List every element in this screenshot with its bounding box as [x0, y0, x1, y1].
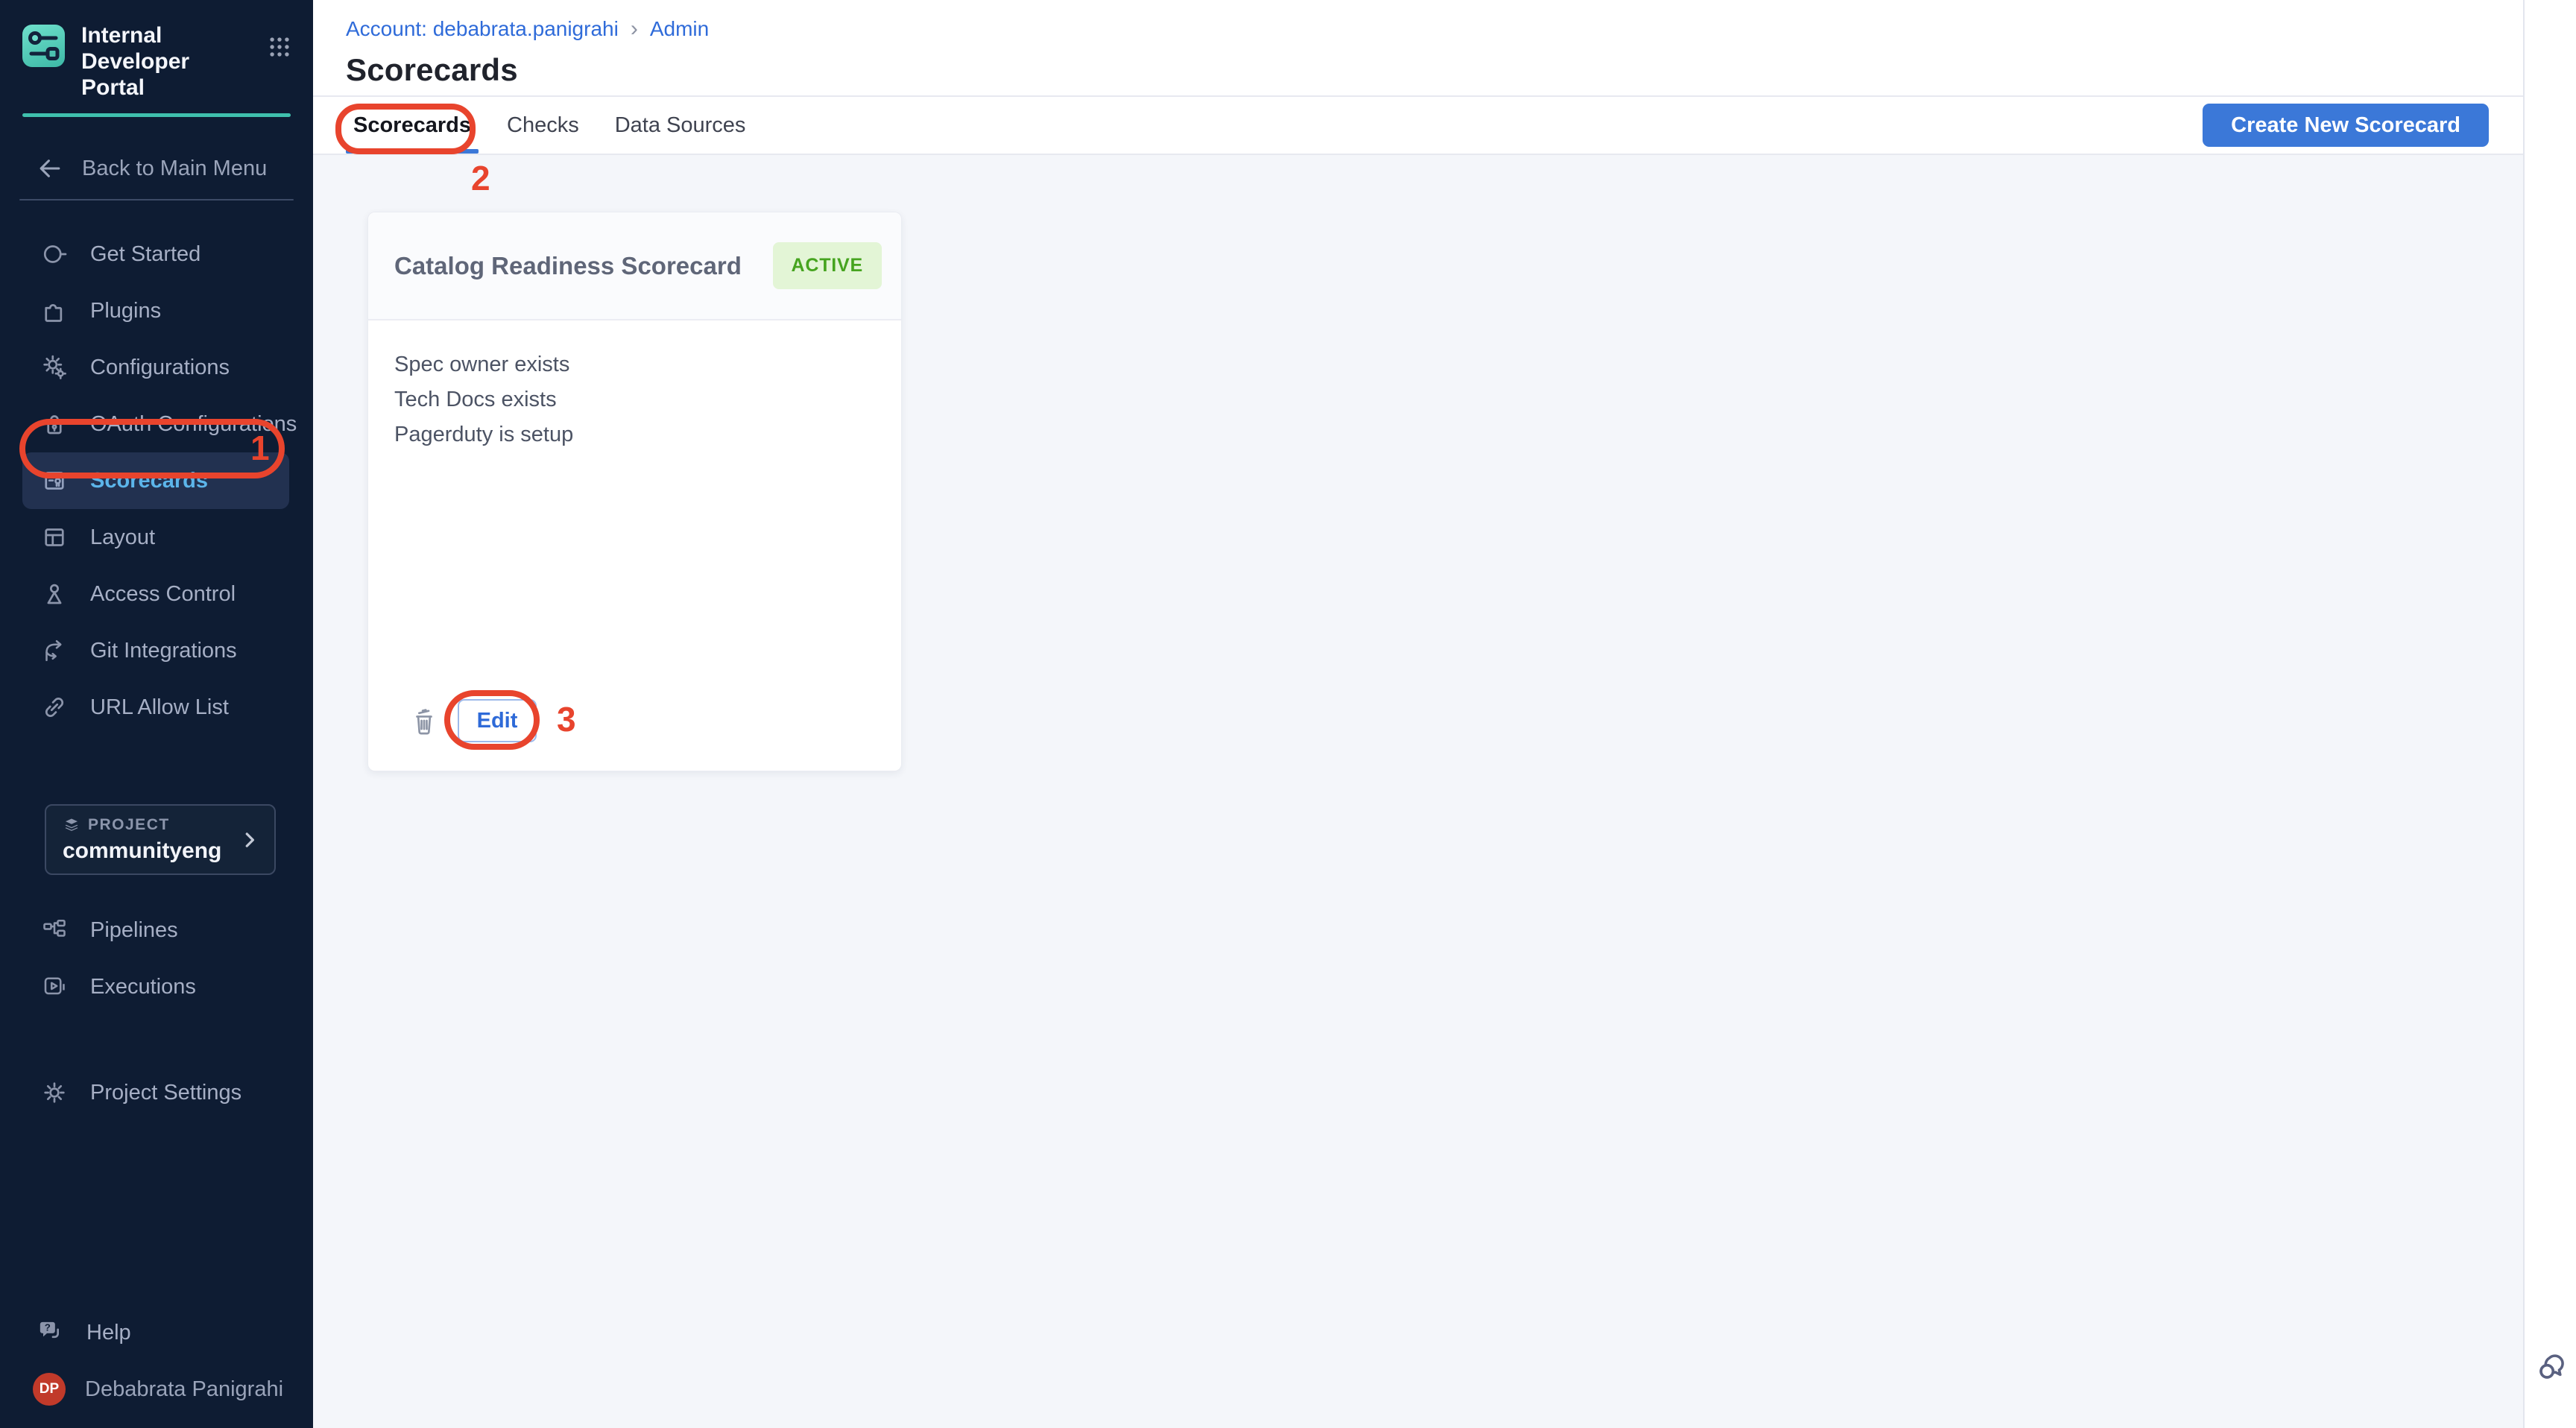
scorecard-card-header: Catalog Readiness Scorecard ACTIVE	[368, 212, 901, 320]
delete-scorecard-button[interactable]	[410, 704, 440, 737]
sidebar-item-label: Scorecards	[90, 469, 208, 493]
chevron-right-icon	[239, 829, 261, 851]
edit-scorecard-button[interactable]: Edit	[458, 699, 537, 742]
trash-icon	[410, 705, 438, 736]
create-new-scorecard-button[interactable]: Create New Scorecard	[2203, 104, 2489, 147]
check-item: Pagerduty is setup	[394, 417, 875, 452]
content-area: Catalog Readiness Scorecard ACTIVE Spec …	[313, 155, 2523, 1428]
status-badge: ACTIVE	[773, 242, 882, 289]
pipelines-icon	[41, 917, 68, 944]
tab-scorecards[interactable]: Scorecards	[352, 97, 473, 154]
app-switcher-grid-icon[interactable]	[267, 34, 292, 60]
check-item: Tech Docs exists	[394, 382, 875, 417]
sidebar-item-git-integrations[interactable]: Git Integrations	[0, 622, 313, 679]
chat-bubbles-icon	[2534, 1348, 2571, 1385]
help-label: Help	[86, 1321, 131, 1345]
scorecard-card-footer: Edit	[410, 699, 537, 742]
sidebar-item-access-control[interactable]: Access Control	[0, 566, 313, 622]
git-branch-icon	[41, 637, 68, 664]
scorecard-title: Catalog Readiness Scorecard	[394, 252, 742, 280]
scorecard-card: Catalog Readiness Scorecard ACTIVE Spec …	[367, 212, 902, 771]
sidebar-item-pipelines[interactable]: Pipelines	[0, 902, 313, 958]
get-started-icon	[41, 241, 68, 268]
back-to-main-menu-label: Back to Main Menu	[82, 157, 267, 181]
sidebar-item-label: OAuth Configurations	[90, 412, 297, 437]
gears-icon	[41, 354, 68, 381]
sidebar-item-label: URL Allow List	[90, 695, 229, 720]
sidebar-item-label: Plugins	[90, 299, 161, 323]
scorecard-icon	[41, 467, 68, 494]
layout-icon	[41, 524, 68, 551]
sidebar-accent-divider	[22, 113, 291, 117]
app-title: Internal Developer Portal	[81, 22, 249, 101]
sidebar-item-plugins[interactable]: Plugins	[0, 282, 313, 339]
right-panel	[2523, 0, 2576, 1428]
layers-icon	[63, 816, 80, 834]
help-chat-icon: ?	[36, 1318, 66, 1348]
arrow-left-icon	[36, 154, 64, 183]
main-area: Account: debabrata.panigrahi › Admin Sco…	[313, 0, 2523, 1428]
back-to-main-menu-button[interactable]: Back to Main Menu	[36, 150, 313, 187]
sidebar-item-label: Access Control	[90, 582, 236, 607]
sidebar-item-label: Layout	[90, 525, 155, 550]
sidebar: Internal Developer Portal Back to Main M…	[0, 0, 313, 1428]
sidebar-item-label: Git Integrations	[90, 639, 237, 663]
tab-checks[interactable]: Checks	[505, 97, 581, 154]
breadcrumb-account-link[interactable]: Account: debabrata.panigrahi	[346, 17, 619, 41]
sidebar-divider	[19, 199, 294, 200]
tab-data-sources[interactable]: Data Sources	[613, 97, 748, 154]
sidebar-item-label: Project Settings	[90, 1081, 242, 1105]
project-nav: Pipelines Executions	[0, 902, 313, 1015]
sidebar-item-get-started[interactable]: Get Started	[0, 226, 313, 282]
lock-icon	[41, 411, 68, 437]
sidebar-item-url-allow-list[interactable]: URL Allow List	[0, 679, 313, 736]
settings-nav: Project Settings	[0, 1064, 313, 1121]
app-logo-icon	[22, 25, 65, 67]
puzzle-icon	[41, 297, 68, 324]
person-icon	[41, 581, 68, 607]
sidebar-item-scorecards[interactable]: Scorecards	[22, 452, 289, 509]
project-name: communityeng	[63, 838, 221, 864]
sidebar-item-label: Pipelines	[90, 918, 178, 943]
page-header: Account: debabrata.panigrahi › Admin Sco…	[313, 0, 2523, 97]
chat-widget-button[interactable]	[2534, 1348, 2571, 1385]
sidebar-item-label: Get Started	[90, 242, 201, 267]
sidebar-item-label: Configurations	[90, 356, 230, 380]
sidebar-item-configurations[interactable]: Configurations	[0, 339, 313, 396]
project-selector[interactable]: PROJECT communityeng	[45, 804, 276, 875]
sidebar-item-oauth-configurations[interactable]: OAuth Configurations	[0, 396, 313, 452]
breadcrumb-admin-link[interactable]: Admin	[650, 17, 709, 41]
breadcrumb: Account: debabrata.panigrahi › Admin	[346, 16, 2523, 42]
sidebar-item-layout[interactable]: Layout	[0, 509, 313, 566]
sidebar-item-label: Executions	[90, 975, 196, 999]
gear-icon	[41, 1079, 68, 1106]
link-icon	[41, 694, 68, 721]
scorecard-card-body: Spec owner exists Tech Docs exists Pager…	[368, 320, 901, 452]
tab-bar: Scorecards Checks Data Sources Create Ne…	[313, 97, 2523, 155]
project-label: PROJECT	[88, 816, 170, 834]
sidebar-item-executions[interactable]: Executions	[0, 958, 313, 1015]
page-title: Scorecards	[346, 52, 2523, 88]
svg-text:?: ?	[45, 1322, 51, 1333]
app-logo-row: Internal Developer Portal	[22, 22, 292, 101]
user-name: Debabrata Panigrahi	[85, 1377, 283, 1402]
help-button[interactable]: ? Help	[0, 1304, 313, 1361]
admin-nav: Get Started Plugins Configurations	[0, 226, 313, 736]
sidebar-item-project-settings[interactable]: Project Settings	[0, 1064, 313, 1121]
avatar: DP	[33, 1373, 66, 1406]
user-menu[interactable]: DP Debabrata Panigrahi	[0, 1361, 313, 1418]
breadcrumb-separator: ›	[629, 16, 640, 42]
check-item: Spec owner exists	[394, 347, 875, 382]
executions-icon	[41, 973, 68, 1000]
